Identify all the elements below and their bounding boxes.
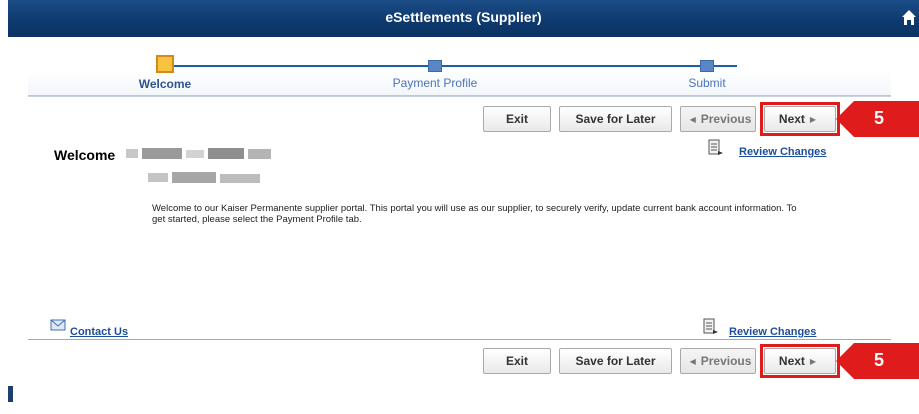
step-label-submit: Submit: [688, 76, 726, 90]
callout-number: 5: [874, 108, 885, 128]
chevron-left-icon: ◀: [689, 114, 696, 124]
step-callout: 5: [836, 343, 919, 379]
page: eSettlements (Supplier) Welcome Payment …: [0, 0, 919, 414]
review-changes-link-bottom[interactable]: Review Changes: [729, 326, 816, 338]
intro-paragraph: Welcome to our Kaiser Permanente supplie…: [152, 203, 797, 225]
save-for-later-button[interactable]: Save for Later: [559, 106, 672, 132]
home-icon[interactable]: [901, 9, 917, 27]
next-highlight-box: [760, 344, 840, 378]
bottom-divider: [28, 339, 891, 340]
step-welcome[interactable]: Welcome: [105, 55, 225, 91]
exit-button[interactable]: Exit: [483, 348, 551, 374]
top-divider: [28, 96, 891, 97]
scroll-marker: [8, 386, 13, 402]
callout-number: 5: [874, 350, 885, 370]
chevron-left-icon: ◀: [689, 356, 696, 366]
previous-button[interactable]: ◀ Previous: [680, 348, 756, 374]
next-highlight-box: [760, 102, 840, 136]
review-changes-icon[interactable]: [703, 318, 719, 336]
review-changes-link-top[interactable]: Review Changes: [739, 146, 826, 158]
step-node-active: [156, 55, 174, 73]
step-node: [700, 60, 714, 72]
exit-button[interactable]: Exit: [483, 106, 551, 132]
contact-us-link[interactable]: Contact Us: [70, 326, 128, 338]
app-title: eSettlements (Supplier): [385, 9, 542, 25]
step-node: [428, 60, 442, 72]
step-payment-profile[interactable]: Payment Profile: [375, 55, 495, 90]
step-tracker: Welcome Payment Profile Submit: [28, 55, 891, 95]
app-header: eSettlements (Supplier): [8, 0, 919, 37]
redacted-supplier-name: [126, 148, 271, 159]
welcome-label: Welcome: [54, 147, 116, 163]
step-label-payment-profile: Payment Profile: [392, 76, 478, 90]
save-for-later-button[interactable]: Save for Later: [559, 348, 672, 374]
step-label-welcome: Welcome: [138, 77, 192, 91]
redacted-supplier-id: [148, 172, 260, 183]
envelope-icon[interactable]: [50, 318, 66, 332]
review-changes-icon[interactable]: [708, 139, 724, 157]
step-callout: 5: [836, 101, 919, 137]
step-submit[interactable]: Submit: [647, 55, 767, 90]
previous-button[interactable]: ◀ Previous: [680, 106, 756, 132]
